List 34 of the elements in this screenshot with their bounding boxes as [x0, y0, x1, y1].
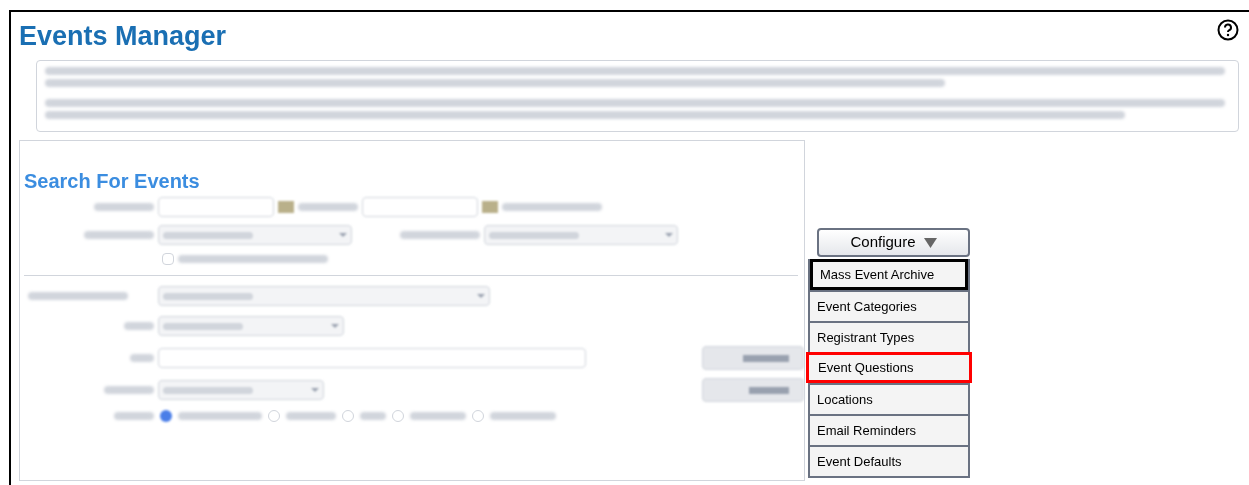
blurred-text [114, 412, 154, 420]
calendar-icon[interactable] [278, 201, 294, 213]
blurred-text [490, 412, 556, 420]
blurred-text [410, 412, 466, 420]
blurred-text [286, 412, 336, 420]
blurred-text [94, 203, 154, 211]
menu-item[interactable]: Event Questions [806, 352, 972, 383]
checkbox[interactable] [162, 253, 174, 265]
menu-item[interactable]: Event Categories [810, 290, 968, 321]
dropdown[interactable] [484, 225, 678, 245]
configure-button[interactable]: Configure [817, 228, 970, 257]
caret-icon [923, 237, 937, 248]
blurred-text [124, 322, 154, 330]
blurred-text [104, 386, 154, 394]
radio-button[interactable] [160, 410, 172, 422]
dropdown[interactable] [158, 380, 324, 400]
page-title: Events Manager [19, 20, 227, 53]
blurred-text [360, 412, 386, 420]
dropdown[interactable] [158, 286, 490, 306]
menu-item[interactable]: Registrant Types [810, 321, 968, 352]
help-icon[interactable] [1217, 19, 1239, 41]
dropdown[interactable] [158, 316, 344, 336]
menu-item[interactable]: Event Defaults [810, 445, 968, 476]
menu-item[interactable]: Mass Event Archive [810, 259, 968, 290]
search-button[interactable] [702, 346, 804, 370]
blurred-text [129, 354, 154, 362]
menu-item[interactable]: Locations [810, 383, 968, 414]
dropdown[interactable] [158, 225, 352, 245]
menu-item[interactable]: Email Reminders [810, 414, 968, 445]
calendar-icon[interactable] [482, 201, 498, 213]
blurred-text [298, 203, 358, 211]
blurred-text [84, 231, 154, 239]
reset-button[interactable] [702, 378, 804, 402]
panel-title: Search For Events [24, 169, 201, 193]
